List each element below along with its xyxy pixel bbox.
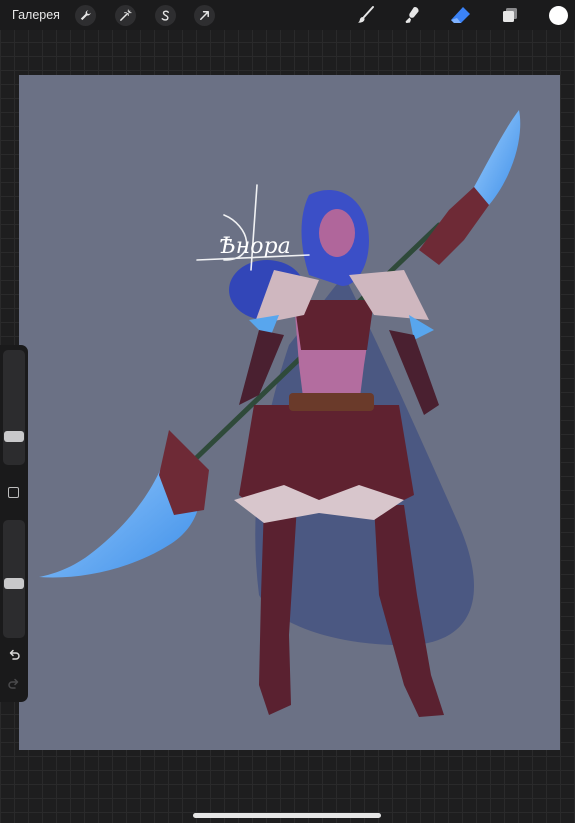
smudge-tool-button[interactable] xyxy=(401,4,423,26)
modify-button[interactable] xyxy=(8,487,19,498)
brush-size-thumb[interactable] xyxy=(4,431,24,442)
color-button[interactable] xyxy=(547,4,569,26)
opacity-thumb[interactable] xyxy=(4,578,24,589)
eraser-tool-button[interactable] xyxy=(450,4,472,26)
transform-button[interactable] xyxy=(194,5,215,26)
selection-button[interactable] xyxy=(155,5,176,26)
brush-icon xyxy=(358,6,374,23)
actions-button[interactable] xyxy=(75,5,96,26)
brush-tool-button[interactable] xyxy=(355,4,377,26)
undo-button[interactable] xyxy=(7,648,21,667)
undo-icon xyxy=(9,649,20,660)
artist-signature: Ѣнора xyxy=(219,234,291,259)
smudge-icon xyxy=(405,7,419,23)
transform-arrow-icon xyxy=(200,11,209,20)
gallery-button[interactable]: Галерея xyxy=(12,8,60,22)
wrench-icon xyxy=(80,10,91,21)
redo-button[interactable] xyxy=(7,677,21,696)
color-swatch xyxy=(548,5,568,25)
opacity-slider[interactable] xyxy=(3,520,25,638)
layers-icon xyxy=(503,8,517,22)
layers-button[interactable] xyxy=(499,4,521,26)
redo-icon xyxy=(8,678,19,689)
left-sidebar xyxy=(0,345,28,702)
top-toolbar: Галерея xyxy=(0,0,575,30)
drawing-canvas[interactable]: Ѣнора xyxy=(19,75,560,750)
adjustments-button[interactable] xyxy=(115,5,136,26)
artwork-illustration: Ѣнора xyxy=(39,110,521,717)
brush-size-slider[interactable] xyxy=(3,350,25,465)
eraser-icon xyxy=(451,7,470,23)
magic-wand-icon xyxy=(120,9,132,21)
home-indicator[interactable] xyxy=(193,813,381,818)
selection-icon xyxy=(161,10,169,21)
